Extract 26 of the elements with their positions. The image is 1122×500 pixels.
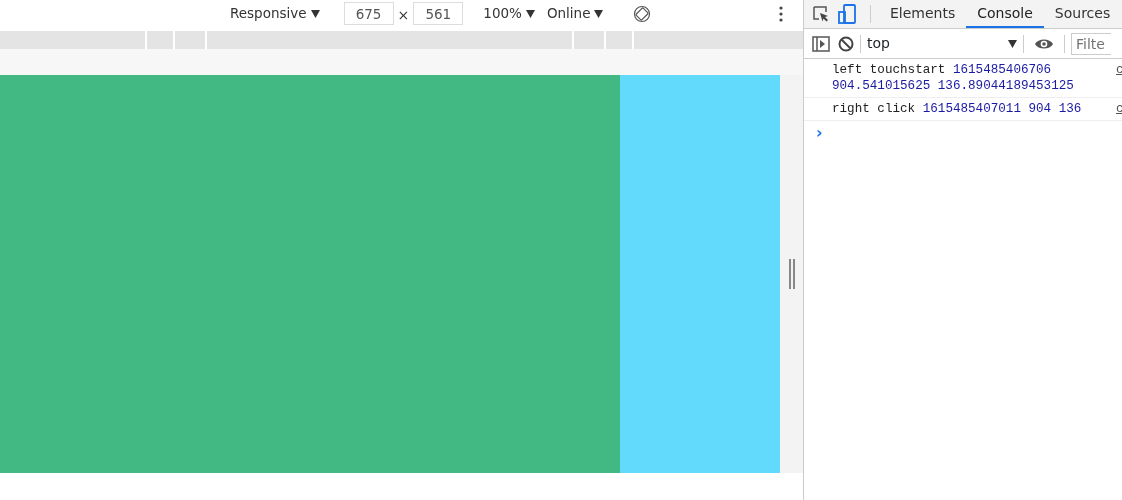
more-icon[interactable] xyxy=(779,5,783,22)
caret-icon xyxy=(594,9,604,18)
network-dropdown[interactable]: Online xyxy=(546,3,604,24)
resize-handle[interactable] xyxy=(787,259,796,289)
width-field[interactable]: 675 xyxy=(343,2,394,25)
device-dropdown[interactable]: Responsive xyxy=(230,3,320,24)
caret-icon xyxy=(310,9,320,18)
times-sign: × xyxy=(397,6,410,25)
device-icon[interactable] xyxy=(838,4,856,24)
height-field[interactable]: 561 xyxy=(413,2,464,25)
console-prompt[interactable]: › xyxy=(804,121,828,145)
context-dropdown[interactable]: top xyxy=(867,33,1017,54)
source-link[interactable]: c xyxy=(1116,62,1122,94)
console-message: left touchstart 1615485406706 904.541015625 136.89044189453125 xyxy=(832,62,1075,94)
filter-field[interactable]: Filte xyxy=(1071,32,1111,55)
clear-icon[interactable] xyxy=(838,35,854,52)
console-message: right click 1615485407011 904 136 xyxy=(832,101,1083,117)
sidebar-toggle-icon[interactable] xyxy=(812,35,830,52)
zoom-dropdown[interactable]: 100% xyxy=(483,3,535,24)
inspect-icon[interactable] xyxy=(812,5,830,23)
devtools-tab[interactable]: Sources xyxy=(1043,0,1122,28)
rotate-icon[interactable] xyxy=(633,4,652,23)
source-link[interactable]: c xyxy=(1116,101,1122,117)
caret-icon xyxy=(1008,39,1017,48)
caret-icon xyxy=(525,9,535,18)
devtools-tab[interactable]: Elements xyxy=(879,0,967,28)
